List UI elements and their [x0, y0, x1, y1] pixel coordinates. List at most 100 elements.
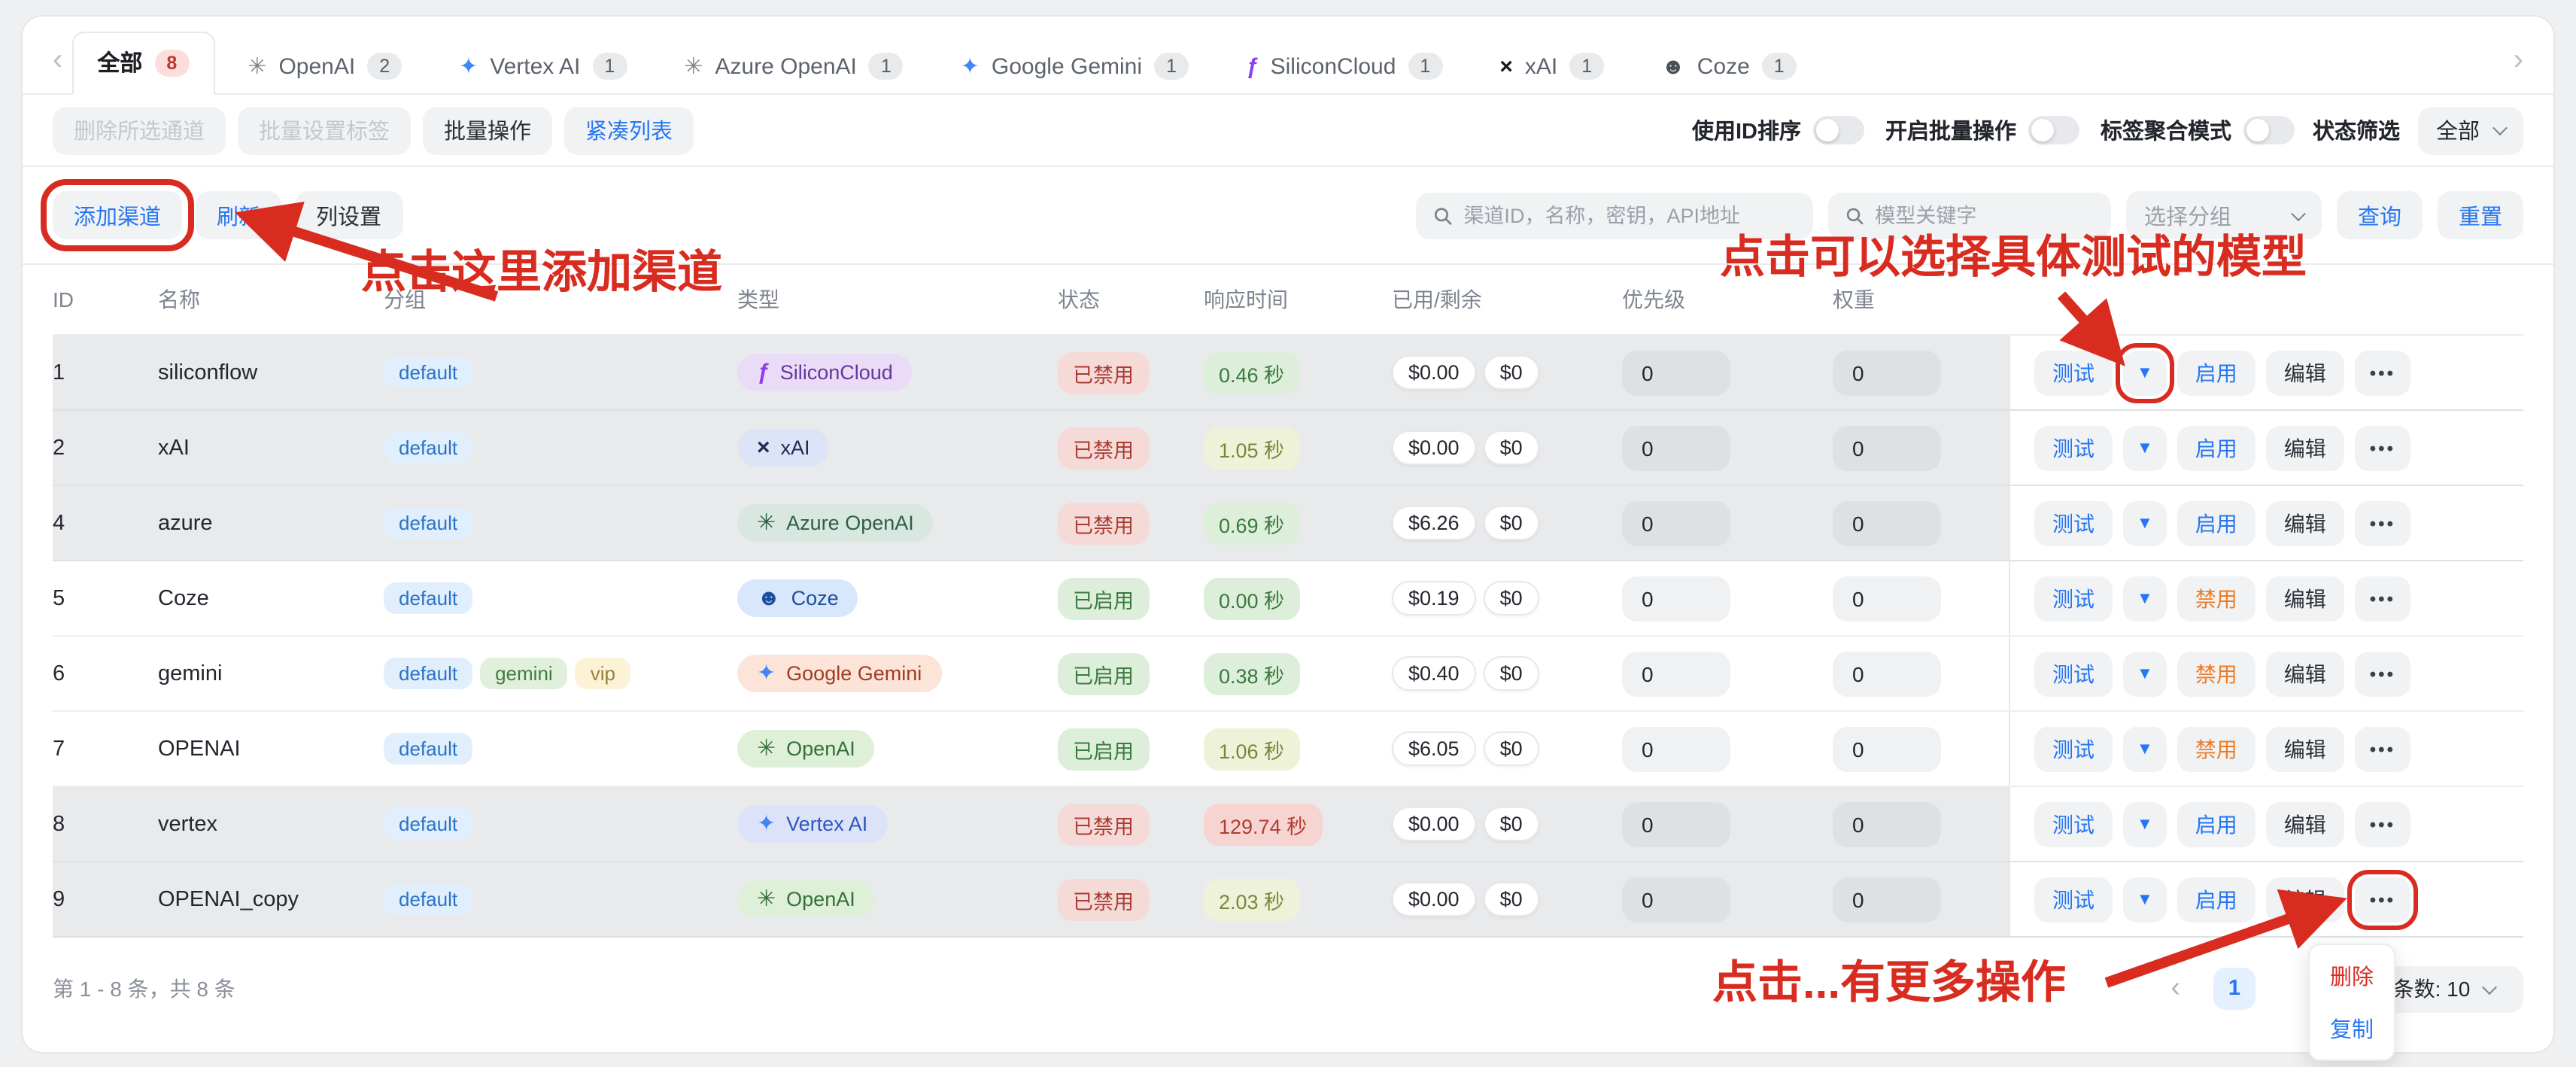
enable-button[interactable]: 启用: [2177, 801, 2256, 847]
tab-Azure OpenAI[interactable]: ✳Azure OpenAI1: [660, 39, 928, 95]
toggle-switch[interactable]: [1813, 116, 1864, 144]
table-row: 7OPENAIdefault✳OpenAI已启用1.06 秒$6.05$000测…: [53, 712, 2523, 787]
priority-input[interactable]: 0: [1622, 576, 1730, 621]
tab-xAI[interactable]: ×xAI1: [1475, 39, 1628, 95]
response-time-badge: 0.00 秒: [1204, 577, 1299, 619]
remaining-quota-pill: $0: [1484, 506, 1539, 540]
delete-selected-button[interactable]: 删除所选通道: [53, 106, 226, 154]
query-button[interactable]: 查询: [2337, 191, 2423, 239]
openai-icon: ✳: [757, 888, 776, 910]
response-time-badge: 0.46 秒: [1204, 351, 1299, 394]
priority-input[interactable]: 0: [1622, 425, 1730, 470]
edit-button[interactable]: 编辑: [2266, 500, 2344, 546]
toggle-switch[interactable]: [2243, 116, 2295, 144]
status-filter-select[interactable]: 全部: [2418, 106, 2523, 154]
enable-button[interactable]: 启用: [2177, 877, 2256, 922]
test-model-dropdown-button[interactable]: ▼: [2123, 801, 2167, 847]
reset-button[interactable]: 重置: [2438, 191, 2523, 239]
test-button[interactable]: 测试: [2034, 425, 2113, 470]
disable-button[interactable]: 禁用: [2177, 651, 2256, 696]
test-model-dropdown-button[interactable]: ▼: [2123, 877, 2167, 922]
test-model-dropdown-button[interactable]: ▼: [2123, 500, 2167, 546]
test-model-dropdown-button[interactable]: ▼: [2123, 576, 2167, 621]
used-quota-pill: $0.40: [1392, 656, 1476, 691]
more-actions-button[interactable]: •••: [2355, 801, 2410, 847]
weight-input[interactable]: 0: [1833, 726, 1941, 771]
used-quota-pill: $0.00: [1392, 807, 1476, 841]
more-actions-button[interactable]: •••: [2355, 425, 2410, 470]
disable-button[interactable]: 禁用: [2177, 576, 2256, 621]
tab-Vertex AI[interactable]: ✦Vertex AI1: [435, 39, 651, 95]
priority-input[interactable]: 0: [1622, 500, 1730, 546]
enable-button[interactable]: 启用: [2177, 425, 2256, 470]
weight-input[interactable]: 0: [1833, 651, 1941, 696]
tab-SiliconCloud[interactable]: ƒSiliconCloud1: [1222, 39, 1466, 95]
tabs-scroll-left-icon[interactable]: ‹: [44, 27, 71, 93]
group-tag: default: [384, 658, 472, 689]
used-quota-pill: $6.05: [1392, 731, 1476, 766]
more-actions-button[interactable]: •••: [2355, 500, 2410, 546]
test-button[interactable]: 测试: [2034, 651, 2113, 696]
test-model-dropdown-button[interactable]: ▼: [2123, 350, 2167, 395]
priority-input[interactable]: 0: [1622, 801, 1730, 847]
status-badge: 已启用: [1058, 728, 1149, 770]
batch-set-tags-button[interactable]: 批量设置标签: [238, 106, 411, 154]
priority-input[interactable]: 0: [1622, 651, 1730, 696]
test-button[interactable]: 测试: [2034, 576, 2113, 621]
weight-input[interactable]: 0: [1833, 350, 1941, 395]
type-label: Coze: [791, 587, 839, 609]
edit-button[interactable]: 编辑: [2266, 425, 2344, 470]
test-button[interactable]: 测试: [2034, 801, 2113, 847]
more-actions-button[interactable]: •••: [2355, 350, 2410, 395]
test-button[interactable]: 测试: [2034, 877, 2113, 922]
compact-list-button[interactable]: 紧凑列表: [564, 106, 694, 154]
priority-input[interactable]: 0: [1622, 350, 1730, 395]
weight-input[interactable]: 0: [1833, 877, 1941, 922]
status-badge: 已启用: [1058, 577, 1149, 619]
test-button[interactable]: 测试: [2034, 350, 2113, 395]
tab-全部[interactable]: 全部8: [71, 32, 214, 95]
edit-button[interactable]: 编辑: [2266, 801, 2344, 847]
previous-page-icon[interactable]: ‹: [2158, 972, 2192, 1005]
test-button[interactable]: 测试: [2034, 500, 2113, 546]
weight-input[interactable]: 0: [1833, 576, 1941, 621]
batch-operations-button[interactable]: 批量操作: [423, 106, 552, 154]
more-actions-button[interactable]: •••: [2355, 726, 2410, 771]
menu-item-复制[interactable]: 复制: [2310, 1013, 2394, 1044]
priority-input[interactable]: 0: [1622, 877, 1730, 922]
edit-button[interactable]: 编辑: [2266, 651, 2344, 696]
test-model-dropdown-button[interactable]: ▼: [2123, 425, 2167, 470]
test-button[interactable]: 测试: [2034, 726, 2113, 771]
weight-input[interactable]: 0: [1833, 425, 1941, 470]
more-actions-button[interactable]: •••: [2355, 877, 2410, 922]
refresh-button[interactable]: 刷新: [196, 191, 281, 239]
edit-button[interactable]: 编辑: [2266, 726, 2344, 771]
priority-input[interactable]: 0: [1622, 726, 1730, 771]
column-settings-button[interactable]: 列设置: [295, 191, 402, 239]
test-model-dropdown-button[interactable]: ▼: [2123, 726, 2167, 771]
page-number-button[interactable]: 1: [2213, 968, 2256, 1010]
edit-button[interactable]: 编辑: [2266, 877, 2344, 922]
weight-input[interactable]: 0: [1833, 801, 1941, 847]
tab-Google Gemini[interactable]: ✦Google Gemini1: [937, 39, 1213, 95]
enable-button[interactable]: 启用: [2177, 500, 2256, 546]
toggle-switch[interactable]: [2028, 116, 2079, 144]
xai-icon: ×: [1499, 55, 1513, 78]
tab-Coze[interactable]: ☻Coze1: [1637, 39, 1821, 95]
edit-button[interactable]: 编辑: [2266, 350, 2344, 395]
cell-name: gemini: [158, 637, 384, 710]
more-actions-button[interactable]: •••: [2355, 651, 2410, 696]
tab-OpenAI[interactable]: ✳OpenAI2: [223, 39, 426, 95]
edit-button[interactable]: 编辑: [2266, 576, 2344, 621]
test-model-dropdown-button[interactable]: ▼: [2123, 651, 2167, 696]
more-actions-button[interactable]: •••: [2355, 576, 2410, 621]
disable-button[interactable]: 禁用: [2177, 726, 2256, 771]
tabs-scroll-right-icon[interactable]: ›: [2505, 27, 2532, 93]
enable-button[interactable]: 启用: [2177, 350, 2256, 395]
table-body: 1siliconflowdefaultƒSiliconCloud已禁用0.46 …: [53, 336, 2523, 938]
cell-response-time: 2.03 秒: [1204, 862, 1392, 936]
weight-input[interactable]: 0: [1833, 500, 1941, 546]
menu-item-删除[interactable]: 删除: [2310, 960, 2394, 992]
search-icon: [1432, 204, 1453, 226]
add-channel-button[interactable]: 添加渠道: [53, 191, 182, 239]
